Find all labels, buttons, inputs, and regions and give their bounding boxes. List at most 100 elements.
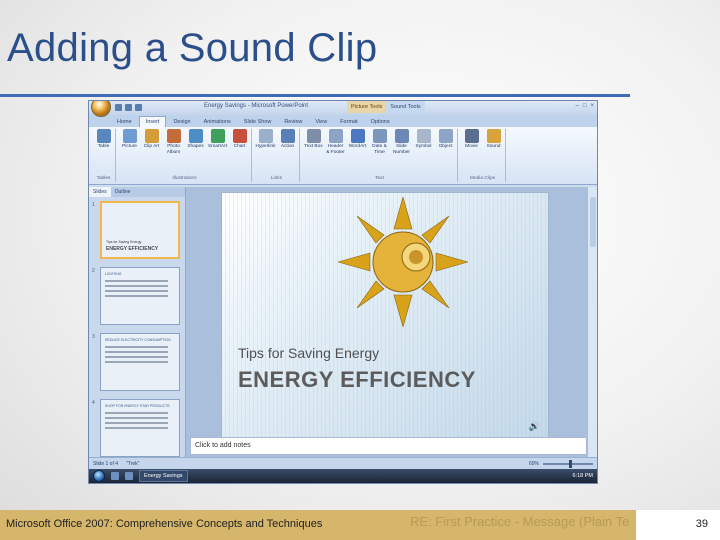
minimize-button[interactable]: –: [576, 103, 579, 109]
clip-art-icon: [144, 129, 159, 143]
slide-number-button[interactable]: Slide Number: [392, 129, 411, 155]
hyperlink-icon: [258, 129, 273, 143]
ribbon-group-label: Links: [270, 176, 283, 181]
slide-heading[interactable]: ENERGY EFFICIENCY: [238, 367, 476, 393]
shapes-icon: [188, 129, 203, 143]
ribbon-button-label: Photo Album: [166, 144, 181, 155]
tab-animations[interactable]: Animations: [198, 117, 237, 127]
office-button[interactable]: [91, 101, 111, 117]
quicklaunch-icon[interactable]: [111, 472, 119, 480]
picture-icon: [122, 129, 137, 143]
chart-icon: [232, 129, 247, 143]
main-area: Slides Outline 1 Tips for Saving Energy EN…: [89, 187, 597, 457]
ribbon-group-label: Illustrations: [172, 176, 197, 181]
tab-view[interactable]: View: [309, 117, 333, 127]
window-titlebar: Energy Savings - Microsoft PowerPoint Pi…: [89, 101, 597, 117]
slide-edit-area: Tips for Saving Energy ENERGY EFFICIENCY…: [186, 187, 597, 457]
thumbnail-image[interactable]: REDUCE ELECTRICITY CONSUMPTION: [100, 333, 180, 391]
object-button[interactable]: Object: [436, 129, 455, 155]
date-time-button[interactable]: Date & Time: [370, 129, 389, 155]
sun-clipart[interactable]: [338, 197, 468, 327]
zoom-slider[interactable]: [543, 459, 593, 468]
taskbar-item[interactable]: Energy Savings: [139, 470, 188, 482]
ribbon-button-label: Movie: [465, 144, 478, 149]
close-button[interactable]: ×: [590, 103, 594, 109]
tab-home[interactable]: Home: [111, 117, 138, 127]
thumbnail-image[interactable]: SHOP FOR ENERGY STAR PRODUCTS: [100, 399, 180, 457]
sound-button[interactable]: Sound: [484, 129, 503, 150]
hyperlink-button[interactable]: Hyperlink: [256, 129, 276, 150]
thumbnail-number: 1: [92, 202, 95, 208]
table-icon: [96, 129, 111, 143]
picture-tools-header: Picture Tools: [347, 101, 387, 113]
page-number: 39: [695, 518, 708, 530]
status-bar: Slide 1 of 4 "Trek" 69%: [89, 457, 597, 469]
picture-button[interactable]: Picture: [120, 129, 139, 155]
ribbon-group-label: Text: [375, 176, 384, 181]
quicklaunch-icon[interactable]: [125, 472, 133, 480]
start-button[interactable]: [93, 470, 105, 482]
smartart-button[interactable]: SmartArt: [208, 129, 227, 155]
date-time-icon: [372, 129, 387, 143]
chart-button[interactable]: Chart: [230, 129, 249, 155]
tab-review[interactable]: Review: [278, 117, 308, 127]
text-box-icon: [306, 129, 321, 143]
slide-thumbnail-3[interactable]: 3 REDUCE ELECTRICITY CONSUMPTION: [91, 333, 183, 393]
contextual-tab-headers: Picture Tools Sound Tools: [347, 101, 425, 113]
ribbon-button-label: Text Box: [304, 144, 323, 149]
thumbnail-image[interactable]: Tips for Saving Energy ENERGY EFFICIENCY: [100, 201, 180, 259]
thumbnail-heading: SHOP FOR ENERGY STAR PRODUCTS: [105, 404, 170, 408]
ribbon-group-links: Hyperlink Action Links: [254, 129, 300, 182]
ribbon-button-label: Date & Time: [372, 144, 387, 155]
slide-subtitle[interactable]: Tips for Saving Energy: [238, 345, 379, 361]
redo-icon[interactable]: [135, 104, 142, 111]
tab-options[interactable]: Options: [365, 117, 396, 127]
theme-name: "Trek": [126, 460, 140, 467]
smartart-icon: [210, 129, 225, 143]
header-footer-button[interactable]: Header & Footer: [326, 129, 345, 155]
thumbnail-image[interactable]: LIGHTING: [100, 267, 180, 325]
slide-thumbnail-4[interactable]: 4 SHOP FOR ENERGY STAR PRODUCTS: [91, 399, 183, 459]
movie-button[interactable]: Movie: [462, 129, 481, 150]
tab-design[interactable]: Design: [167, 117, 196, 127]
maximize-button[interactable]: □: [583, 103, 587, 109]
scroll-thumb[interactable]: [590, 197, 596, 247]
slide-thumbnail-2[interactable]: 2 LIGHTING: [91, 267, 183, 327]
slides-pane: Slides Outline 1 Tips for Saving Energy EN…: [89, 187, 186, 457]
notes-pane[interactable]: Click to add notes: [190, 437, 587, 455]
slide-info: Slide 1 of 4: [93, 460, 119, 467]
photo-album-icon: [166, 129, 181, 143]
slide-thumbnail-1[interactable]: 1 Tips for Saving Energy ENERGY EFFICIENCY: [91, 201, 183, 261]
table-button[interactable]: Table: [94, 129, 113, 150]
window-controls: – □ ×: [576, 103, 594, 109]
wordart-button[interactable]: WordArt: [348, 129, 367, 155]
sound-clip-icon[interactable]: 🔊: [529, 421, 540, 432]
undo-icon[interactable]: [125, 104, 132, 111]
ribbon-button-label: Symbol: [415, 144, 432, 149]
action-icon: [280, 129, 295, 143]
thumbnail-text-lines: [105, 412, 175, 432]
shapes-button[interactable]: Shapes: [186, 129, 205, 155]
ribbon-button-label: Clip Art: [143, 144, 160, 149]
tab-insert[interactable]: Insert: [138, 116, 167, 127]
footer: RE: First Practice - Message (Plain Te M…: [0, 510, 720, 540]
photo-album-button[interactable]: Photo Album: [164, 129, 183, 155]
save-icon[interactable]: [115, 104, 122, 111]
thumbnail-number: 2: [92, 268, 95, 274]
tab-format[interactable]: Format: [334, 117, 363, 127]
symbol-button[interactable]: Symbol: [414, 129, 433, 155]
action-button[interactable]: Action: [278, 129, 297, 150]
ribbon-button-label: Slide Number: [392, 144, 411, 155]
tab-slides[interactable]: Slides: [89, 187, 111, 197]
text-box-button[interactable]: Text Box: [304, 129, 323, 155]
ribbon-button-label: Sound: [486, 144, 501, 149]
slide-canvas[interactable]: Tips for Saving Energy ENERGY EFFICIENCY…: [221, 192, 549, 439]
vertical-scrollbar[interactable]: [587, 187, 597, 457]
ribbon-button-label: Shapes: [187, 144, 204, 149]
tab-slide-show[interactable]: Slide Show: [238, 117, 278, 127]
footer-band: RE: First Practice - Message (Plain Te M…: [0, 510, 636, 540]
ribbon-group-media-clips: Movie Sound Media Clips: [460, 129, 506, 182]
tab-outline[interactable]: Outline: [111, 187, 135, 197]
clip-art-button[interactable]: Clip Art: [142, 129, 161, 155]
zoom-level[interactable]: 69%: [529, 461, 539, 467]
